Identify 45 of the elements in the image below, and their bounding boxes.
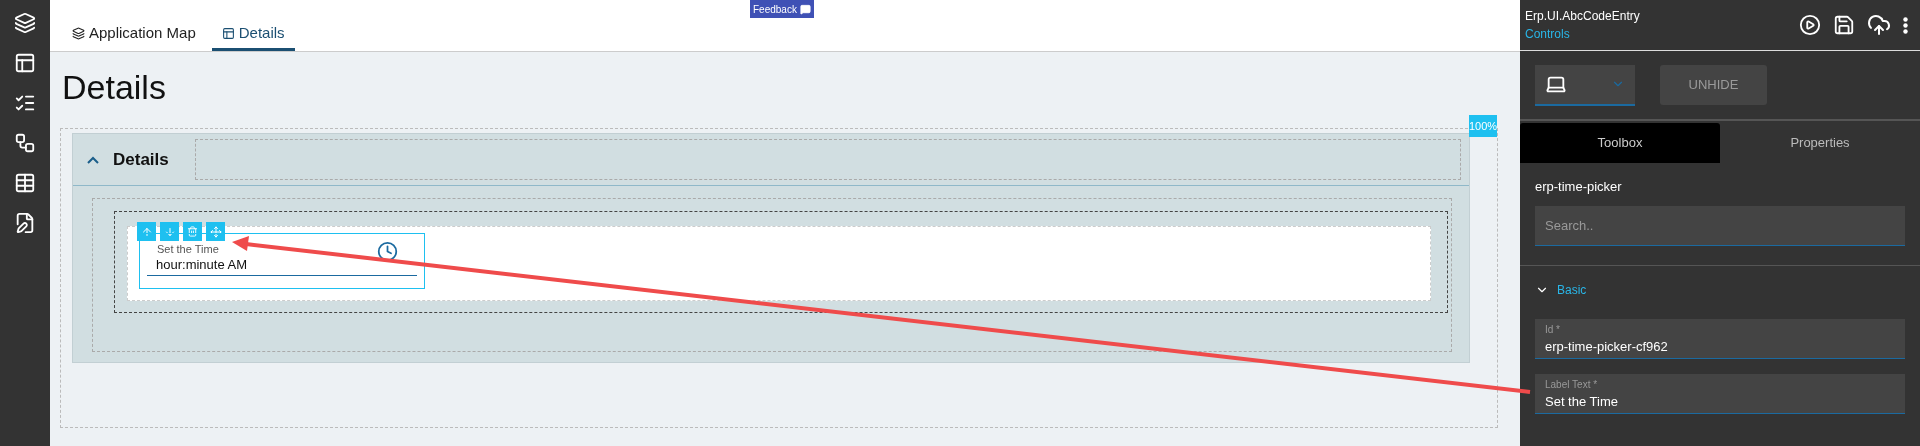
chat-icon	[799, 3, 811, 15]
diagram-icon[interactable]	[14, 132, 36, 154]
layout-icon	[221, 27, 235, 40]
layout-icon[interactable]	[14, 52, 36, 74]
group-toggle[interactable]: Basic	[1535, 278, 1905, 302]
tab[interactable]: Details	[211, 19, 295, 51]
more-button[interactable]	[1903, 16, 1908, 34]
feedback-button[interactable]: Feedback	[750, 0, 814, 18]
property-input[interactable]: Set the Time	[1545, 392, 1895, 412]
more-icon	[1903, 16, 1908, 34]
field-label: Label Text *	[1545, 378, 1598, 392]
arrow-down-icon	[163, 225, 176, 238]
drag-handle[interactable]	[206, 222, 225, 241]
panel-tab[interactable]: Properties	[1720, 123, 1920, 163]
layers-icon	[72, 27, 85, 40]
tab[interactable]: Application Map	[62, 19, 206, 51]
save-icon	[1833, 14, 1855, 36]
chevron-up-icon	[87, 155, 99, 164]
search-field[interactable]: Search..	[1535, 205, 1905, 246]
trash-icon	[187, 226, 198, 237]
play-icon	[1799, 14, 1821, 36]
panel-tab[interactable]: Toolbox	[1520, 123, 1720, 163]
page-title: Details	[62, 67, 166, 108]
component-name: erp-time-picker	[1535, 178, 1623, 196]
clock-icon[interactable]	[377, 241, 398, 262]
play-button[interactable]	[1799, 14, 1821, 36]
field-label: Id *	[1545, 323, 1560, 337]
time-picker[interactable]: Set the Time hour:minute AM	[139, 233, 425, 289]
panel-title: Erp.UI.AbcCodeEntry	[1525, 8, 1640, 25]
layers-icon[interactable]	[14, 12, 36, 34]
arrow-up-icon	[140, 225, 153, 238]
property-field[interactable]: Label Text * Set the Time	[1535, 374, 1905, 414]
move-icon	[209, 225, 222, 238]
group-title: Basic	[1557, 282, 1587, 299]
panel-subtitle: Controls	[1525, 26, 1571, 43]
property-input[interactable]: erp-time-picker-cf962	[1545, 337, 1895, 357]
cloud-upload-icon	[1867, 13, 1891, 37]
property-field[interactable]: Id * erp-time-picker-cf962	[1535, 319, 1905, 359]
zoom-badge: 100%	[1469, 115, 1497, 137]
section-title: Details	[113, 148, 170, 171]
device-select[interactable]	[1535, 64, 1635, 106]
upload-button[interactable]	[1867, 13, 1891, 37]
table-icon[interactable]	[14, 172, 36, 194]
file-edit-icon[interactable]	[14, 212, 36, 234]
save-button[interactable]	[1833, 14, 1855, 36]
